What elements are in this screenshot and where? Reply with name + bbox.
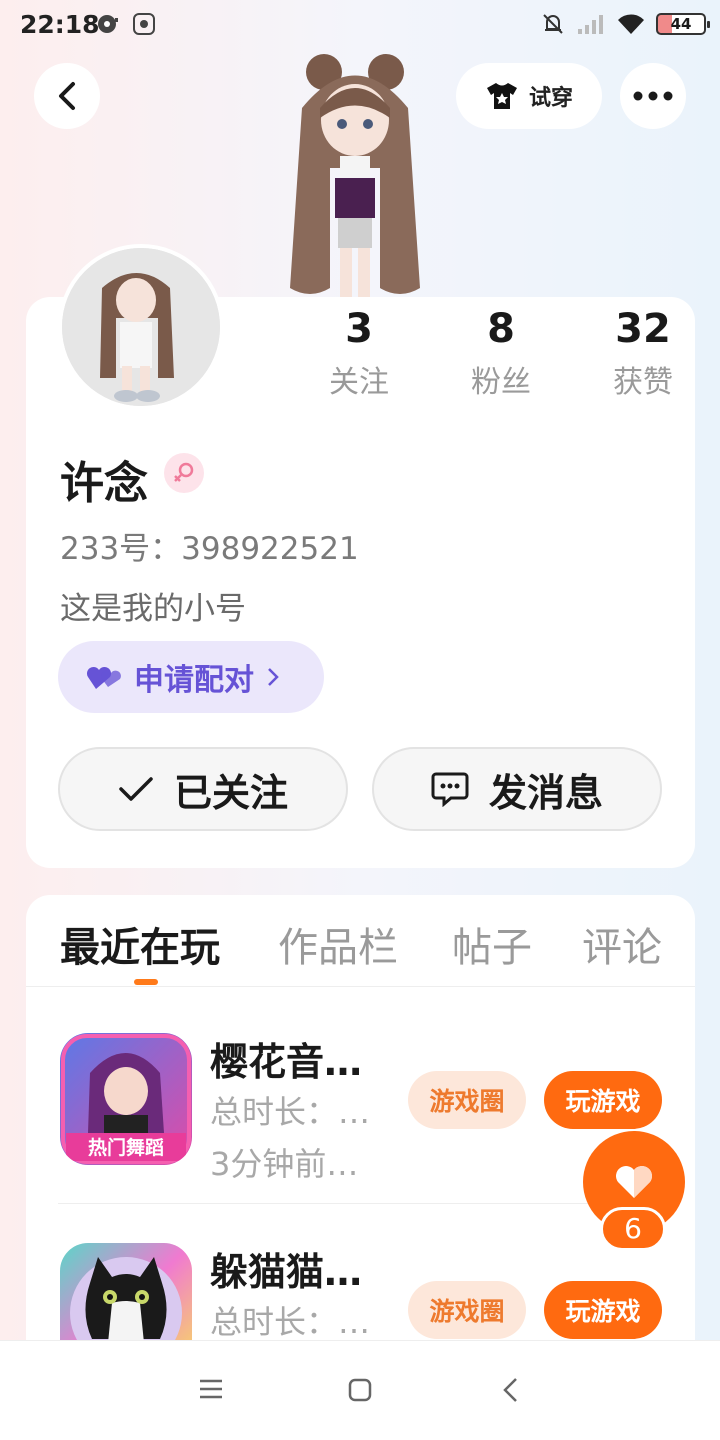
chevron-right-icon [268,668,279,686]
back-button[interactable] [34,63,100,129]
stat-label: 关注 [329,365,389,400]
like-count: 6 [600,1207,666,1251]
status-left-icons [96,12,156,36]
game-icon-text: 热门舞蹈 [88,1136,164,1159]
mute-icon [543,14,563,34]
chevron-left-icon [59,82,75,110]
username: 许念 [60,458,148,509]
user-id: 233号：398922521 [60,531,359,567]
wifi-icon [618,14,644,34]
game-icon: 热门舞蹈 [60,1033,192,1165]
game-duration: 总时长：… [210,1093,371,1131]
try-on-button[interactable]: 试穿 [456,63,602,129]
follow-label: 已关注 [173,770,288,815]
game-circle-button[interactable]: 游戏圈 [408,1071,526,1129]
apply-pair-button[interactable]: 申请配对 [58,641,324,713]
stat-following[interactable]: 3 关注 [288,303,430,401]
tab-posts[interactable]: 帖子 [452,915,532,973]
game-circle-button[interactable]: 游戏圈 [408,1281,526,1339]
avatar-figure [280,48,430,300]
more-dots-icon [633,91,673,101]
more-button[interactable] [620,63,686,129]
message-label: 发消息 [488,770,603,815]
battery-icon: 44 [656,13,710,35]
status-right: 44 [540,11,710,37]
send-message-button[interactable]: 发消息 [372,747,662,831]
stat-label: 获赞 [613,365,673,400]
bio: 这是我的小号 [60,591,246,627]
double-heart-icon [86,666,121,689]
game-title: 躲猫猫… [210,1250,363,1294]
pair-label: 申请配对 [134,663,254,698]
disc-icon [98,15,118,33]
game-title: 樱花音… [210,1040,363,1084]
heart-icon [616,1166,652,1198]
tab-bar: 最近在玩 作品栏 帖子 评论 [26,895,695,987]
tshirt-icon [486,83,517,109]
game-last-played: 3分钟前… [210,1145,359,1183]
menu-icon[interactable] [198,1377,224,1401]
back-nav-icon[interactable] [500,1377,520,1403]
tab-recently-played[interactable]: 最近在玩 [60,915,220,973]
stat-value: 3 [345,306,373,352]
chat-bubble-icon [431,772,469,807]
stat-fans[interactable]: 8 粉丝 [430,303,572,401]
followed-button[interactable]: 已关注 [58,747,348,831]
try-on-label: 试穿 [528,86,573,111]
tab-comments[interactable]: 评论 [582,915,662,973]
game-duration: 总时长：… [210,1303,371,1341]
avatar[interactable] [58,244,224,410]
divider [58,1203,668,1204]
play-game-button[interactable]: 玩游戏 [544,1281,662,1339]
game-row[interactable]: 热门舞蹈 樱花音… 总时长：… 3分钟前… 游戏圈 玩游戏 [58,1031,668,1211]
signal-icon [578,15,603,34]
stats: 3 关注 8 粉丝 32 获赞 [288,303,714,401]
status-bar: 22:18 44 [0,0,720,50]
stat-likes[interactable]: 32 获赞 [572,303,714,401]
system-nav-bar [0,1340,720,1440]
tab-works[interactable]: 作品栏 [278,915,398,973]
play-game-button[interactable]: 玩游戏 [544,1071,662,1129]
check-icon [119,777,153,801]
stat-value: 8 [487,306,515,352]
stat-label: 粉丝 [471,365,531,400]
stat-value: 32 [615,306,671,352]
tab-indicator [134,979,158,985]
status-time: 22:18 [20,10,100,39]
home-icon[interactable] [347,1377,373,1403]
app-notification-icon [133,13,155,35]
female-icon [164,453,204,493]
